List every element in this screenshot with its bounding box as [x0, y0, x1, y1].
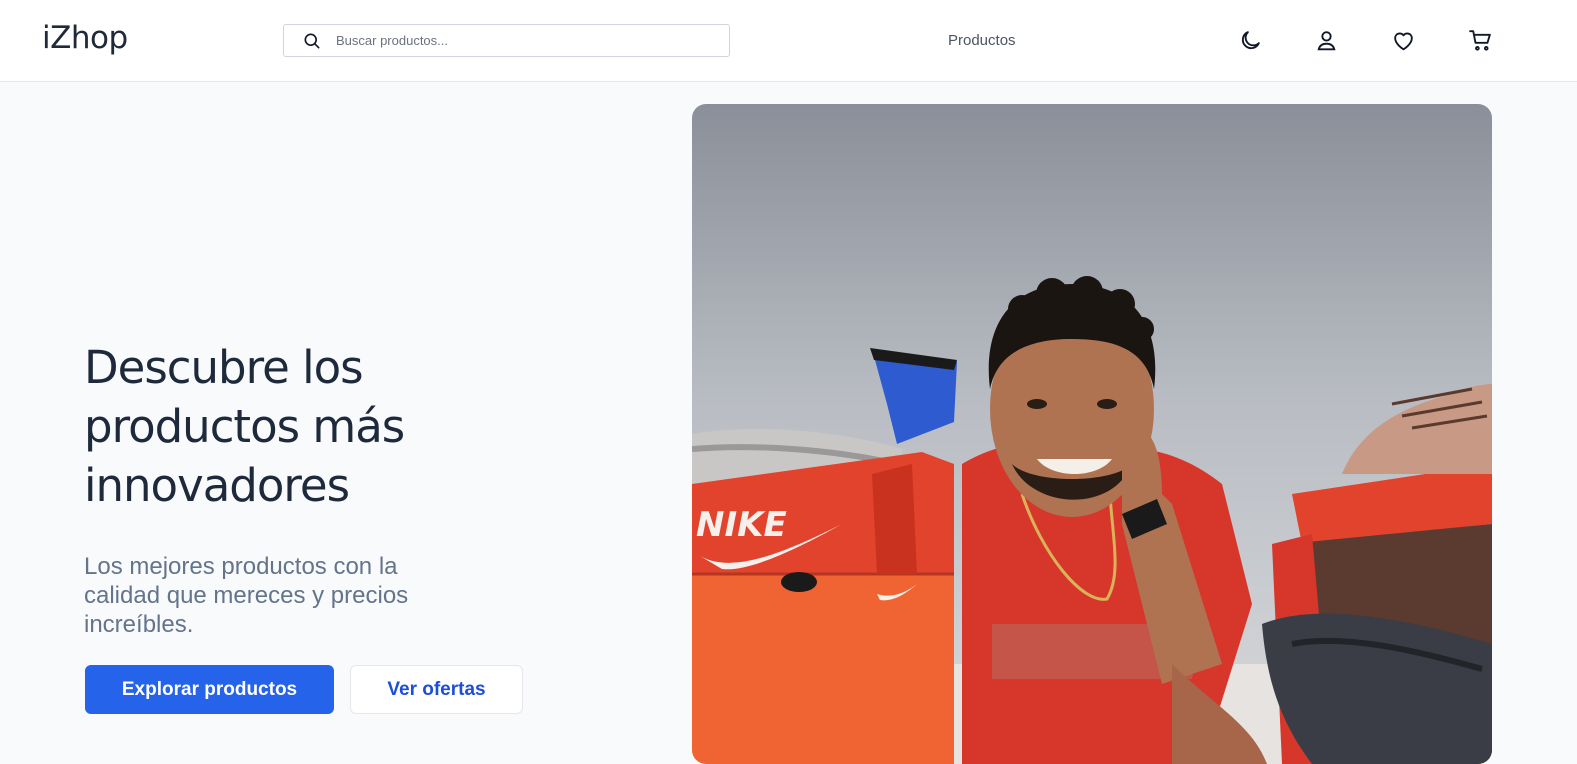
hero-title: Descubre los productos más innovadores [84, 341, 405, 512]
explore-products-button[interactable]: Explorar productos [85, 665, 334, 714]
hero-subtitle: Los mejores productos con la calidad que… [84, 553, 409, 638]
account-button[interactable] [1311, 25, 1341, 55]
search-input[interactable] [336, 25, 716, 56]
nav-link-productos[interactable]: Productos [948, 32, 1016, 49]
hero-text: Descubre los productos más innovadores L… [84, 338, 604, 639]
site-header: iZhop Productos [0, 0, 1577, 82]
view-offers-button[interactable]: Ver ofertas [350, 665, 523, 714]
theme-toggle-button[interactable] [1235, 25, 1265, 55]
wishlist-button[interactable] [1388, 25, 1418, 55]
moon-icon [1241, 30, 1260, 49]
box-logo-text: NIKE [696, 505, 787, 545]
user-icon [1316, 30, 1336, 50]
hero-photo-illustration: NIKE [692, 104, 1492, 764]
logo[interactable]: iZhop [42, 20, 128, 56]
hero-image: NIKE [692, 104, 1492, 764]
cart-button[interactable] [1465, 25, 1495, 55]
heart-icon [1393, 32, 1413, 50]
cart-icon [1468, 29, 1491, 51]
search-icon [304, 33, 320, 49]
search-bar[interactable] [283, 24, 730, 57]
